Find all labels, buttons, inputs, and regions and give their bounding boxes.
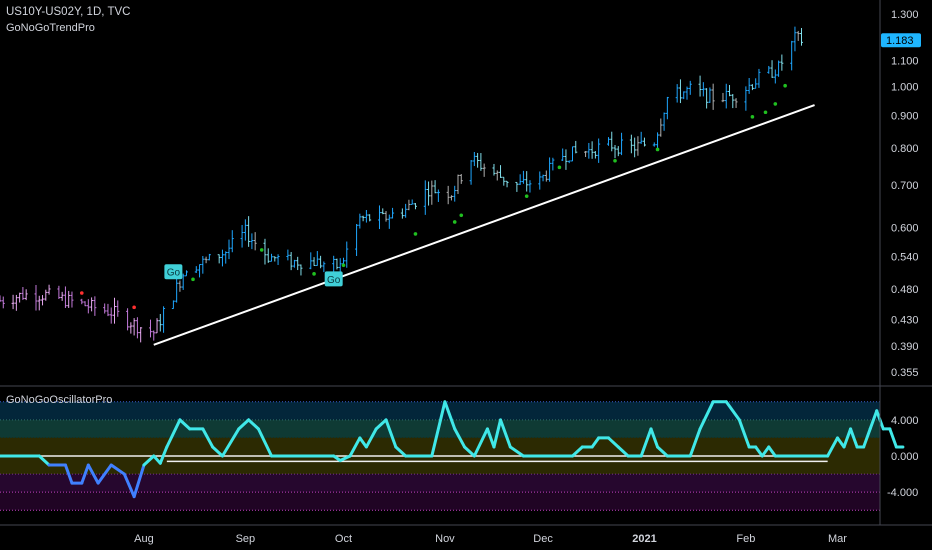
time-axis-tick: Oct xyxy=(335,533,352,545)
oscillator-axis-tick: -4.000 xyxy=(887,487,918,499)
time-axis-tick: Feb xyxy=(736,533,755,545)
price-axis-tick: 1.000 xyxy=(891,82,919,94)
signal-dot xyxy=(655,147,660,152)
signal-dot xyxy=(613,158,617,163)
signal-dot xyxy=(783,83,787,88)
oscillator-axis-tick: 0.000 xyxy=(891,451,919,463)
last-price-tag-label: 1.183 xyxy=(886,35,914,47)
go-label: Go xyxy=(324,271,343,287)
chart-canvas[interactable]: Go Go 1.300 1.100 1.000 0.900 0.800 0.700 0.600… xyxy=(0,0,932,550)
signal-dot xyxy=(557,165,562,170)
signal-dot xyxy=(773,102,778,106)
price-axis-tick: 0.800 xyxy=(891,143,919,155)
last-price-tag: 1.183 xyxy=(881,33,921,48)
go-label-text: Go xyxy=(167,268,181,279)
price-axis-tick: 0.390 xyxy=(891,341,919,353)
trend-indicator-legend[interactable]: GoNoGoTrendPro xyxy=(6,22,95,34)
oscillator-legend[interactable]: GoNoGoOscillatorPro xyxy=(6,394,112,406)
signal-dot xyxy=(259,248,264,252)
time-axis-tick: 2021 xyxy=(632,533,656,545)
signal-dot xyxy=(191,277,195,282)
signal-dot xyxy=(312,272,316,276)
time-axis-tick: Dec xyxy=(533,533,553,545)
time-axis-tick: Nov xyxy=(435,533,455,545)
oscillator-band xyxy=(0,456,880,475)
price-axis-tick: 0.600 xyxy=(891,222,919,234)
price-axis-tick: 0.480 xyxy=(891,284,919,296)
signal-dot xyxy=(452,220,457,224)
signal-dot xyxy=(459,213,464,218)
signal-dot xyxy=(341,263,346,268)
time-axis-tick: Aug xyxy=(134,533,154,545)
price-axis-tick: 0.355 xyxy=(891,367,919,379)
price-axis-tick: 1.100 xyxy=(891,55,919,67)
price-axis-tick: 1.300 xyxy=(891,9,919,21)
time-axis-tick: Mar xyxy=(828,533,847,545)
price-axis-tick: 0.430 xyxy=(891,314,919,326)
go-label-text: Go xyxy=(327,275,341,286)
signal-dot xyxy=(750,115,755,119)
price-axis-tick: 0.900 xyxy=(891,111,919,123)
time-axis-tick: Sep xyxy=(236,533,256,545)
signal-dot xyxy=(763,110,768,115)
go-label: Go xyxy=(164,264,183,280)
signal-dot xyxy=(524,194,529,198)
oscillator-axis-tick: 4.000 xyxy=(891,415,919,427)
reversal-dot xyxy=(79,291,84,295)
signal-dot xyxy=(413,232,418,236)
reversal-dot xyxy=(132,305,136,310)
price-axis-tick: 0.700 xyxy=(891,180,919,192)
price-axis-tick: 0.540 xyxy=(891,251,919,263)
symbol-legend[interactable]: US10Y-US02Y, 1D, TVC xyxy=(6,6,130,18)
